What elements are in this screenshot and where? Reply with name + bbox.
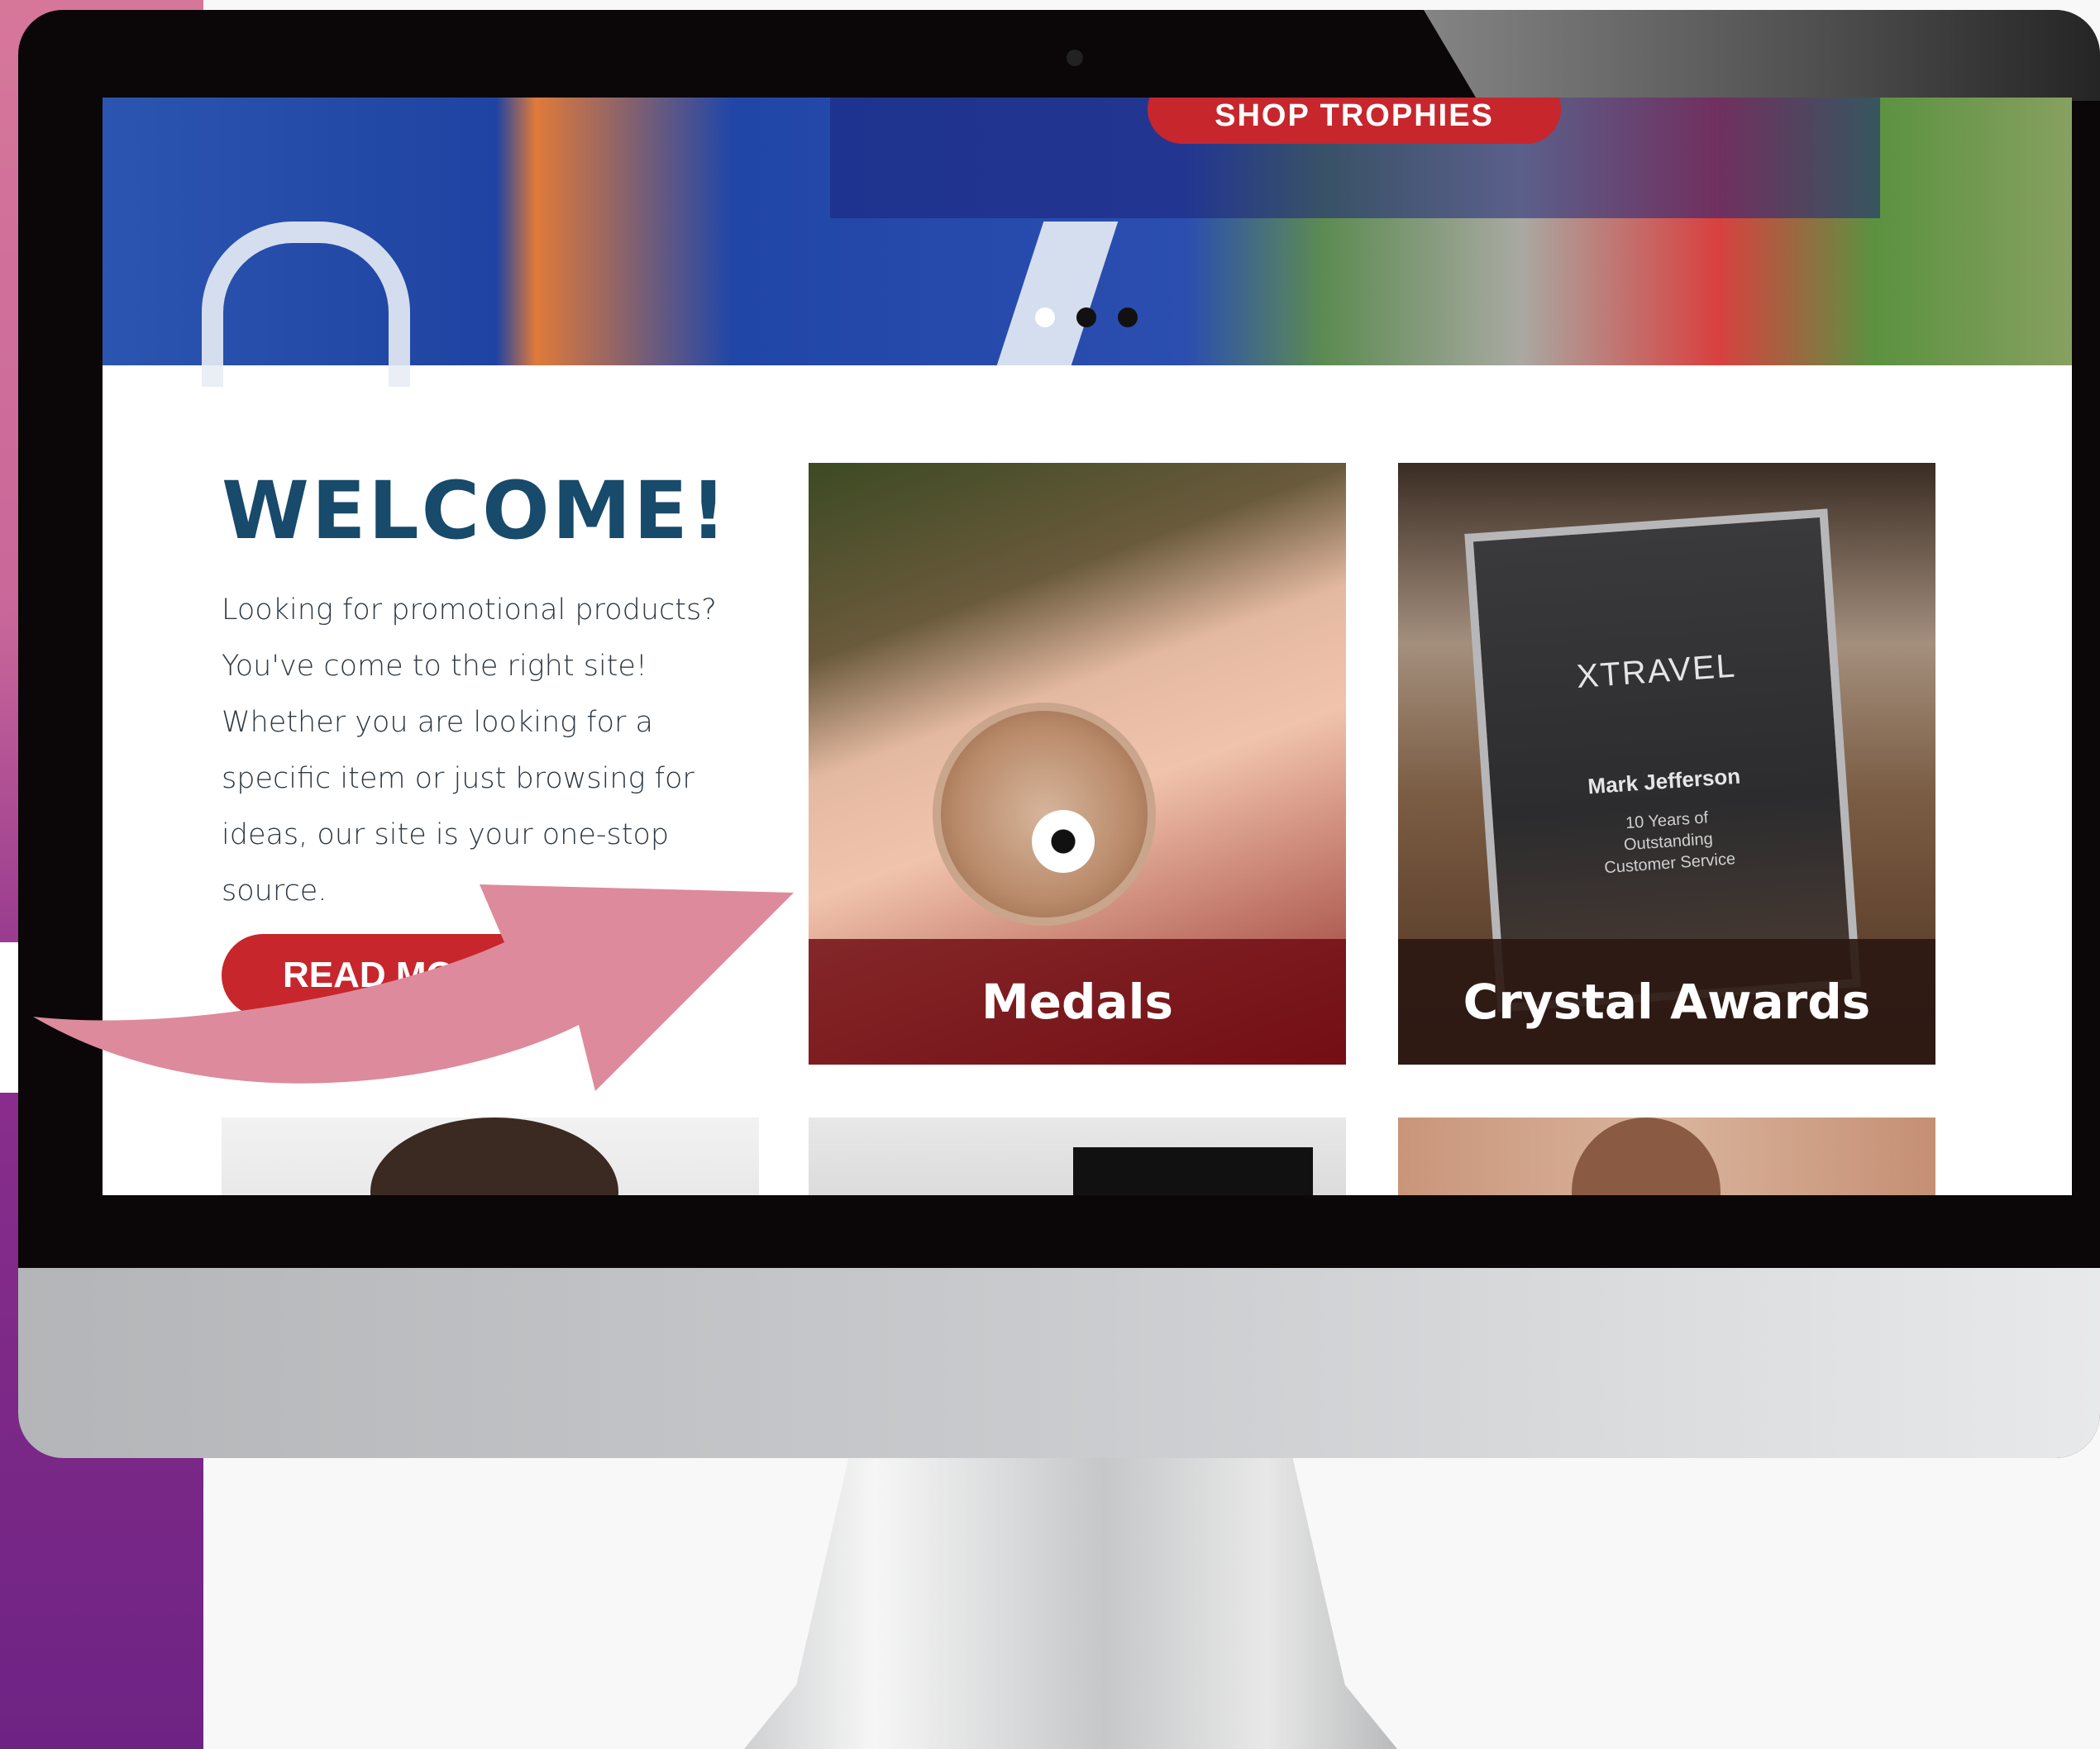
plaque-subtitle: 10 Years of Outstanding Customer Service [1603,808,1736,878]
person-photo [1572,1118,1721,1195]
plaque-photo [1073,1147,1313,1195]
monitor-glare [1424,10,2100,101]
monitor-frame: SHOP TROPHIES WELCOME! Looking for promo… [18,10,2100,1458]
shop-trophies-button[interactable]: SHOP TROPHIES [1148,98,1561,144]
slider-dot-2[interactable] [1076,307,1096,327]
jersey-number-graphic [996,222,1119,365]
soccer-ball-icon [1032,810,1095,873]
plaque-logo: XTRAVEL [1575,647,1738,695]
hero-banner: SHOP TROPHIES [103,98,2072,387]
crystal-awards-tile-label: Crystal Awards [1398,939,1935,1065]
webcam-icon [1067,50,1083,66]
product-tile-row2-2[interactable] [809,1118,1346,1195]
product-tile-row2-1[interactable] [222,1118,759,1195]
arrow-icon [33,884,794,1091]
plaque-name: Mark Jefferson [1587,763,1742,799]
medal-image [933,703,1156,926]
crystal-awards-tile[interactable]: XTRAVEL Mark Jefferson 10 Years of Outst… [1398,463,1935,1065]
slider-dots [1035,307,1138,327]
medals-tile-label: Medals [809,939,1346,1065]
welcome-section: WELCOME! Looking for promotional product… [222,461,767,919]
slider-dot-1[interactable] [1035,307,1055,327]
monitor-stand [744,1458,1397,1749]
slider-dot-3[interactable] [1118,307,1138,327]
jersey-number-graphic [202,222,410,387]
crystal-plaque-image: XTRAVEL Mark Jefferson 10 Years of Outst… [1464,508,1861,1013]
medals-tile[interactable]: Medals [809,463,1346,1065]
product-tile-row2-3[interactable] [1398,1118,1935,1195]
welcome-heading: WELCOME! [222,465,729,557]
child-photo [370,1118,618,1195]
monitor-chin [18,1268,2100,1458]
